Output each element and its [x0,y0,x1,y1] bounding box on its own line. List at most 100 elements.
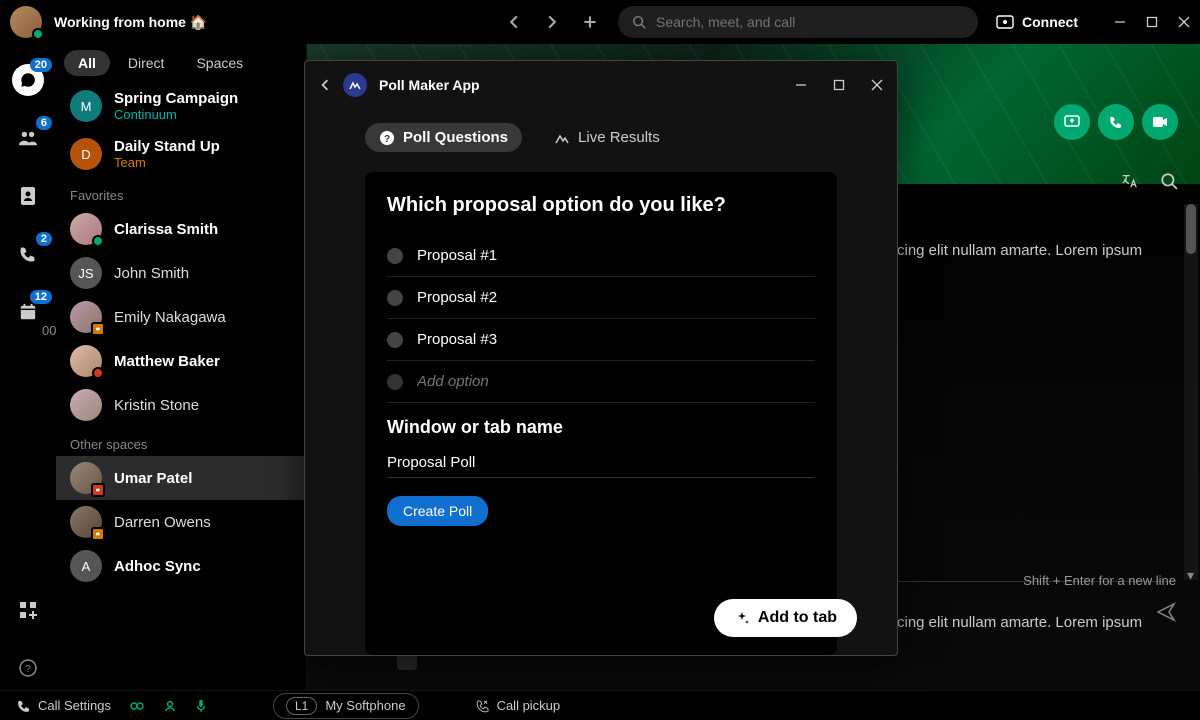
scroll-down-icon[interactable]: ▾ [1187,567,1194,584]
add-to-tab-button[interactable]: Add to tab [714,599,857,637]
message-text: cing elit nullam amarte. Lorem ipsum [897,240,1156,263]
radio-icon[interactable] [387,248,403,264]
translate-icon[interactable] [1120,172,1138,190]
self-avatar[interactable] [10,6,42,38]
queue-icon[interactable] [163,699,177,713]
other-item[interactable]: A Adhoc Sync [56,544,306,588]
presence-dot-icon [32,28,44,40]
nav-forward-icon[interactable] [542,12,562,32]
favorite-item[interactable]: Matthew Baker [56,339,306,383]
other-spaces-heading: Other spaces [56,427,306,456]
search-field[interactable] [656,14,964,30]
poll-option[interactable] [387,277,815,319]
add-option-input[interactable] [417,373,815,390]
other-item[interactable]: Darren Owens [56,500,306,544]
video-icon [1152,116,1168,128]
other-label: Adhoc Sync [114,558,201,575]
rail-contacts[interactable] [12,180,44,212]
rail-calendar[interactable]: 12 [12,296,44,328]
option-input[interactable] [417,331,815,348]
connect-button[interactable]: Connect [996,14,1078,30]
window-close-icon[interactable] [1178,16,1190,28]
audio-call-button[interactable] [1098,104,1134,140]
phone-settings-icon [16,699,32,713]
tab-direct[interactable]: Direct [114,50,179,76]
modal-back-icon[interactable] [319,78,331,92]
screen-share-button[interactable] [1054,104,1090,140]
tab-all[interactable]: All [64,50,110,76]
window-minimize-icon[interactable] [1114,16,1126,28]
phone-icon [19,245,37,263]
tab-name-input[interactable] [387,448,815,478]
avatar [70,389,102,421]
option-input[interactable] [417,289,815,306]
search-in-space-icon[interactable] [1160,172,1178,190]
favorite-item[interactable]: Emily Nakagawa [56,295,306,339]
modal-close-icon[interactable] [871,79,883,91]
poll-option[interactable] [387,235,815,277]
other-item[interactable]: Umar Patel [56,456,306,500]
favorite-item[interactable]: Clarissa Smith [56,207,306,251]
call-settings-button[interactable]: Call Settings [16,698,111,713]
space-item[interactable]: D Daily Stand Up Team [56,130,306,178]
add-option[interactable] [387,361,815,403]
mic-icon[interactable] [195,699,207,713]
poll-maker-modal: Poll Maker App ? Poll Questions Live Res… [304,60,898,656]
space-avatar: M [70,90,102,122]
avatar [70,213,102,245]
poll-option[interactable] [387,319,815,361]
nav-rail: 20 6 2 12 ? [0,44,56,690]
space-avatar: D [70,138,102,170]
favorite-label: Matthew Baker [114,353,220,370]
space-item[interactable]: M Spring Campaign Continuum [56,82,306,130]
favorite-label: Clarissa Smith [114,221,218,238]
new-tab-icon[interactable] [580,12,600,32]
tab-name-label: Window or tab name [387,417,815,438]
favorites-heading: Favorites [56,178,306,207]
avatar [70,345,102,377]
rail-apps[interactable] [12,594,44,626]
question-icon: ? [379,130,395,146]
radio-icon[interactable] [387,290,403,306]
other-label: Darren Owens [114,514,211,531]
scroll-thumb[interactable] [1186,204,1196,254]
modal-maximize-icon[interactable] [833,79,845,91]
camera-badge-icon [91,322,105,336]
window-maximize-icon[interactable] [1146,16,1158,28]
modal-minimize-icon[interactable] [795,79,807,91]
presence-dot-icon [92,367,104,379]
favorite-item[interactable]: Kristin Stone [56,383,306,427]
camera-badge-icon [91,483,105,497]
radio-icon[interactable] [387,332,403,348]
teams-badge: 6 [36,116,52,130]
option-input[interactable] [417,247,815,264]
favorite-label: Emily Nakagawa [114,309,226,326]
rail-teams[interactable]: 6 [12,122,44,154]
status-text[interactable]: Working from home 🏠 [54,14,207,31]
search-input[interactable] [618,6,978,38]
softphone-selector[interactable]: L1 My Softphone [273,693,419,719]
video-call-button[interactable] [1142,104,1178,140]
compose-hint: Shift + Enter for a new line [1023,573,1176,588]
rail-help[interactable]: ? [12,652,44,684]
favorite-item[interactable]: JS John Smith [56,251,306,295]
presence-toggle-icon[interactable] [129,699,145,713]
poll-card: Which proposal option do you like? Windo… [365,172,837,655]
call-pickup-button[interactable]: Call pickup [475,698,561,713]
calendar-icon [19,303,37,321]
nav-back-icon[interactable] [504,12,524,32]
rail-calls[interactable]: 2 [12,238,44,270]
tab-live-results[interactable]: Live Results [540,123,674,152]
send-icon[interactable] [1156,602,1176,622]
radio-icon [387,374,403,390]
avatar [70,301,102,333]
create-poll-button[interactable]: Create Poll [387,496,488,526]
rail-chat[interactable]: 20 [12,64,44,96]
tab-spaces[interactable]: Spaces [182,50,257,76]
avatar: JS [70,257,102,289]
chat-icon [19,71,37,89]
teams-icon [17,129,39,147]
tab-poll-questions[interactable]: ? Poll Questions [365,123,522,152]
scrollbar[interactable]: ▴ ▾ [1184,204,1198,580]
search-icon [632,15,646,29]
